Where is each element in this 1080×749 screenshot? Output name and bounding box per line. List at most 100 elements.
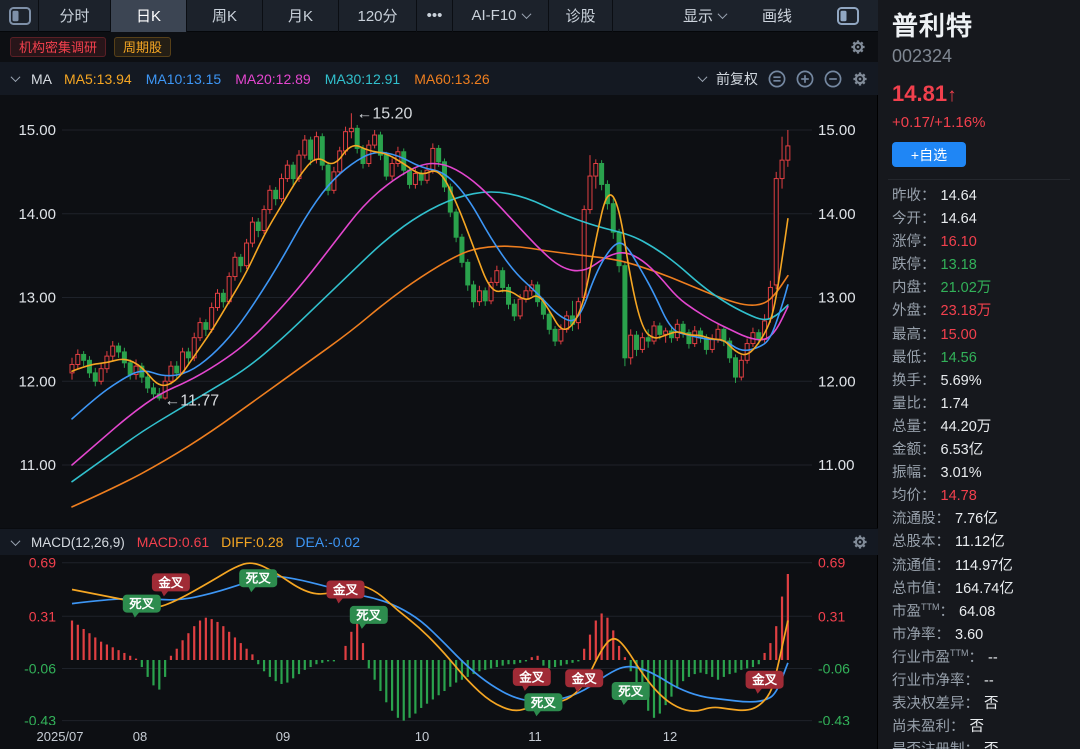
right-panel-toggle-icon[interactable] [836,6,860,26]
macd-chart[interactable]: 0.690.690.310.31-0.06-0.06-0.43-0.43死叉金叉… [0,555,877,725]
indicator-value: MACD:0.61 [137,534,209,550]
svg-text:13.00: 13.00 [18,290,56,307]
svg-text:0.69: 0.69 [29,555,56,571]
stat-value: 44.20万 [941,415,992,436]
svg-text:死叉: 死叉 [355,608,382,622]
tag-institution-research[interactable]: 机构密集调研 [10,37,106,57]
period-toolbar: 分时 日K 周K月K120分••• AI-F10 诊股 显示 画线 [0,0,878,32]
stat-label: 最低： [892,346,936,367]
x-axis-label: 11 [528,729,542,744]
macd-bar-right [852,534,868,550]
svg-text:死叉: 死叉 [128,597,155,611]
stat-label: 涨停： [892,230,936,251]
stat-value: 15.00 [941,327,977,343]
stat-value: 14.64 [941,188,977,204]
svg-text:金叉: 金叉 [332,582,359,597]
stat-value: -- [988,650,998,666]
stat-row: 金额：6.53亿 [892,438,1070,461]
chevron-down-icon[interactable] [698,72,708,82]
tab-label: 日K [136,5,161,26]
tab-weekly-k[interactable]: 周K [187,0,263,32]
svg-text:15.00: 15.00 [18,122,56,139]
svg-text:0.31: 0.31 [818,608,845,624]
stock-tag-bar: 机构密集调研周期股 [0,32,878,62]
indicator-value: MA60:13.26 [414,71,490,87]
main-candlestick-chart[interactable]: 15.0015.0014.0014.0013.0013.0012.0012.00… [0,95,877,528]
stat-label: 总股本： [892,530,950,551]
settings-gear-icon[interactable] [850,39,866,55]
stock-name: 普利特 [892,6,1070,43]
price-change: +0.17/+1.16% [892,114,1070,131]
tab-label: 分时 [59,5,89,26]
svg-text:11.00: 11.00 [818,457,854,474]
svg-text:0.31: 0.31 [29,608,56,624]
golden-cross-badge: 金叉 [327,581,365,604]
stat-row: 市盈TTM：64.08 [892,600,1070,623]
stat-value: 16.10 [941,234,977,250]
death-cross-badge: 死叉 [123,595,161,618]
macd-values: MACD:0.61DIFF:0.28DEA:-0.02 [137,534,360,550]
stat-label: 表决权差异： [892,692,979,713]
tag-cyclical-stock[interactable]: 周期股 [114,37,171,57]
collapse-chevron-icon[interactable] [11,536,21,546]
stat-label: 昨收： [892,184,936,205]
zoom-in-icon[interactable] [796,70,814,88]
stat-value: 114.97亿 [955,554,1013,575]
tab-daily-k[interactable]: 日K [111,0,187,32]
stat-row: 市净率：3.60 [892,623,1070,646]
display-menu[interactable]: 显示 [683,5,726,26]
stat-label: 均价： [892,484,936,505]
tab-monthly-k[interactable]: 月K [263,0,339,32]
stat-row: 是否注册制：否 [892,738,1070,749]
add-watchlist-button[interactable]: +自选 [892,142,966,167]
stat-label: 市盈TTM： [892,600,954,621]
chart-panel: 分时日K周K月K120分•••AI-F10诊股 显示 画线 机构密集调研周期股 … [0,0,878,749]
death-cross-badge: 死叉 [239,569,277,592]
settings-gear-icon[interactable] [852,534,868,550]
stat-label: 尚未盈利： [892,715,965,736]
tab-label: 诊股 [565,5,595,26]
indicator-value: MA10:13.15 [146,71,222,87]
tab-more[interactable]: ••• [417,0,453,32]
stat-label: 总量： [892,415,936,436]
stat-value: 1.74 [941,396,969,412]
stat-row: 涨停： 16.10 [892,230,1070,253]
period-tabs: 分时 日K 周K月K120分••• AI-F10 诊股 [38,0,613,32]
stat-label: 外盘： [892,299,936,320]
draw-line-button[interactable]: 画线 [762,5,792,26]
stat-row: 最低：14.56 [892,346,1070,369]
golden-cross-badge: 金叉 [152,573,190,596]
stat-row: 总股本：11.12亿 [892,530,1070,553]
x-axis: 2025/070809101112 [0,725,878,749]
left-panel-toggle-icon[interactable] [8,6,32,26]
stat-row: 表决权差异：否 [892,692,1070,715]
tab-time-share[interactable]: 分时 [39,0,111,32]
chevron-down-icon [521,9,531,19]
svg-text:11.00: 11.00 [20,457,56,474]
stat-label: 总市值： [892,577,950,598]
trading-app-window: 分时日K周K月K120分•••AI-F10诊股 显示 画线 机构密集调研周期股 … [0,0,1080,749]
macd-indicator-name: MACD(12,26,9) [31,535,125,550]
tab-label: AI-F10 [471,7,516,24]
tab-diagnose[interactable]: 诊股 [549,0,613,32]
stat-row: 昨收： 14.64 [892,184,1070,207]
settings-gear-icon[interactable] [852,71,868,87]
svg-text:金叉: 金叉 [751,672,778,687]
tab-ai-f10[interactable]: AI-F10 [453,0,549,32]
x-axis-label: 2025/07 [37,729,84,744]
stat-label: 换手： [892,369,936,390]
tab-120min[interactable]: 120分 [339,0,417,32]
stat-value: 7.76亿 [955,507,998,528]
collapse-chevron-icon[interactable] [11,72,21,82]
adjust-mode-label[interactable]: 前复权 [716,69,758,89]
indicator-menu-icon[interactable] [768,70,786,88]
svg-text:15.00: 15.00 [818,122,856,139]
indicator-value: DIFF:0.28 [221,534,283,550]
svg-text:←15.20: ←15.20 [356,105,412,122]
zoom-out-icon[interactable] [824,70,842,88]
indicator-value: MA20:12.89 [235,71,311,87]
golden-cross-badge: 金叉 [513,668,551,691]
stat-label: 内盘： [892,276,936,297]
stat-value: -- [984,673,994,689]
svg-text:12.00: 12.00 [818,373,856,390]
